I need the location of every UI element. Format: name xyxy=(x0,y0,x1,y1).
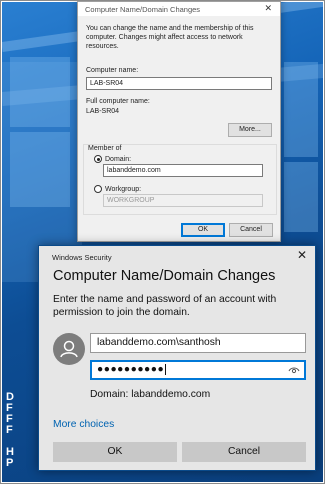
ok-button[interactable]: OK xyxy=(181,223,225,237)
password-masked-value: ●●●●●●●●●● xyxy=(97,364,165,376)
workgroup-radio[interactable]: Workgroup: xyxy=(94,185,141,193)
radio-selected-icon xyxy=(94,155,102,163)
text-caret xyxy=(165,364,167,375)
wallpaper-window-pane xyxy=(10,132,70,207)
cancel-button[interactable]: Cancel xyxy=(182,442,306,462)
close-icon[interactable]: ✕ xyxy=(297,248,307,262)
more-choices-link[interactable]: More choices xyxy=(53,419,114,430)
domain-radio[interactable]: Domain: xyxy=(94,155,131,163)
full-computer-name-value: LAB-SR04 xyxy=(86,108,120,115)
workgroup-radio-label: Workgroup: xyxy=(105,185,142,193)
screenshot-frame: DFFFHP Computer Name/Domain Changes ✕ Yo… xyxy=(0,0,325,484)
dialog-titlebar: Computer Name/Domain Changes xyxy=(78,2,280,16)
computer-name-input[interactable]: LAB-SR04 xyxy=(86,77,272,90)
domain-radio-label: Domain: xyxy=(105,155,132,163)
member-of-label: Member of xyxy=(86,145,124,152)
full-computer-name-label: Full computer name: xyxy=(86,98,150,105)
username-input[interactable]: labanddemo.com\santhosh xyxy=(90,333,306,353)
dialog-title: Computer Name/Domain Changes xyxy=(85,4,201,14)
ok-button[interactable]: OK xyxy=(53,442,177,462)
workgroup-input[interactable]: WORKGROUP xyxy=(103,194,263,207)
computer-name-label: Computer name: xyxy=(86,67,139,74)
dialog-instruction: Enter the name and password of an accoun… xyxy=(53,294,277,318)
computer-name-dialog: Computer Name/Domain Changes ✕ You can c… xyxy=(77,1,281,242)
close-icon[interactable]: ✕ xyxy=(264,3,272,14)
cancel-button[interactable]: Cancel xyxy=(229,223,273,237)
eye-icon[interactable] xyxy=(288,365,300,379)
password-input[interactable]: ●●●●●●●●●● xyxy=(90,360,306,380)
more-button[interactable]: More... xyxy=(228,123,272,137)
radio-unselected-icon xyxy=(94,185,102,193)
wallpaper-window-pane xyxy=(10,57,70,127)
domain-info: Domain: labanddemo.com xyxy=(90,389,211,400)
user-avatar-icon xyxy=(53,333,85,365)
wallpaper-window-pane xyxy=(284,62,318,157)
windows-security-dialog: Windows Security ✕ Computer Name/Domain … xyxy=(38,245,316,471)
dialog-description: You can change the name and the membersh… xyxy=(86,25,254,50)
dialog-caption: Windows Security xyxy=(52,253,112,262)
dialog-title: Computer Name/Domain Changes xyxy=(53,268,276,284)
wallpaper-window-pane xyxy=(284,162,318,232)
domain-input[interactable]: labanddemo.com xyxy=(103,164,263,177)
